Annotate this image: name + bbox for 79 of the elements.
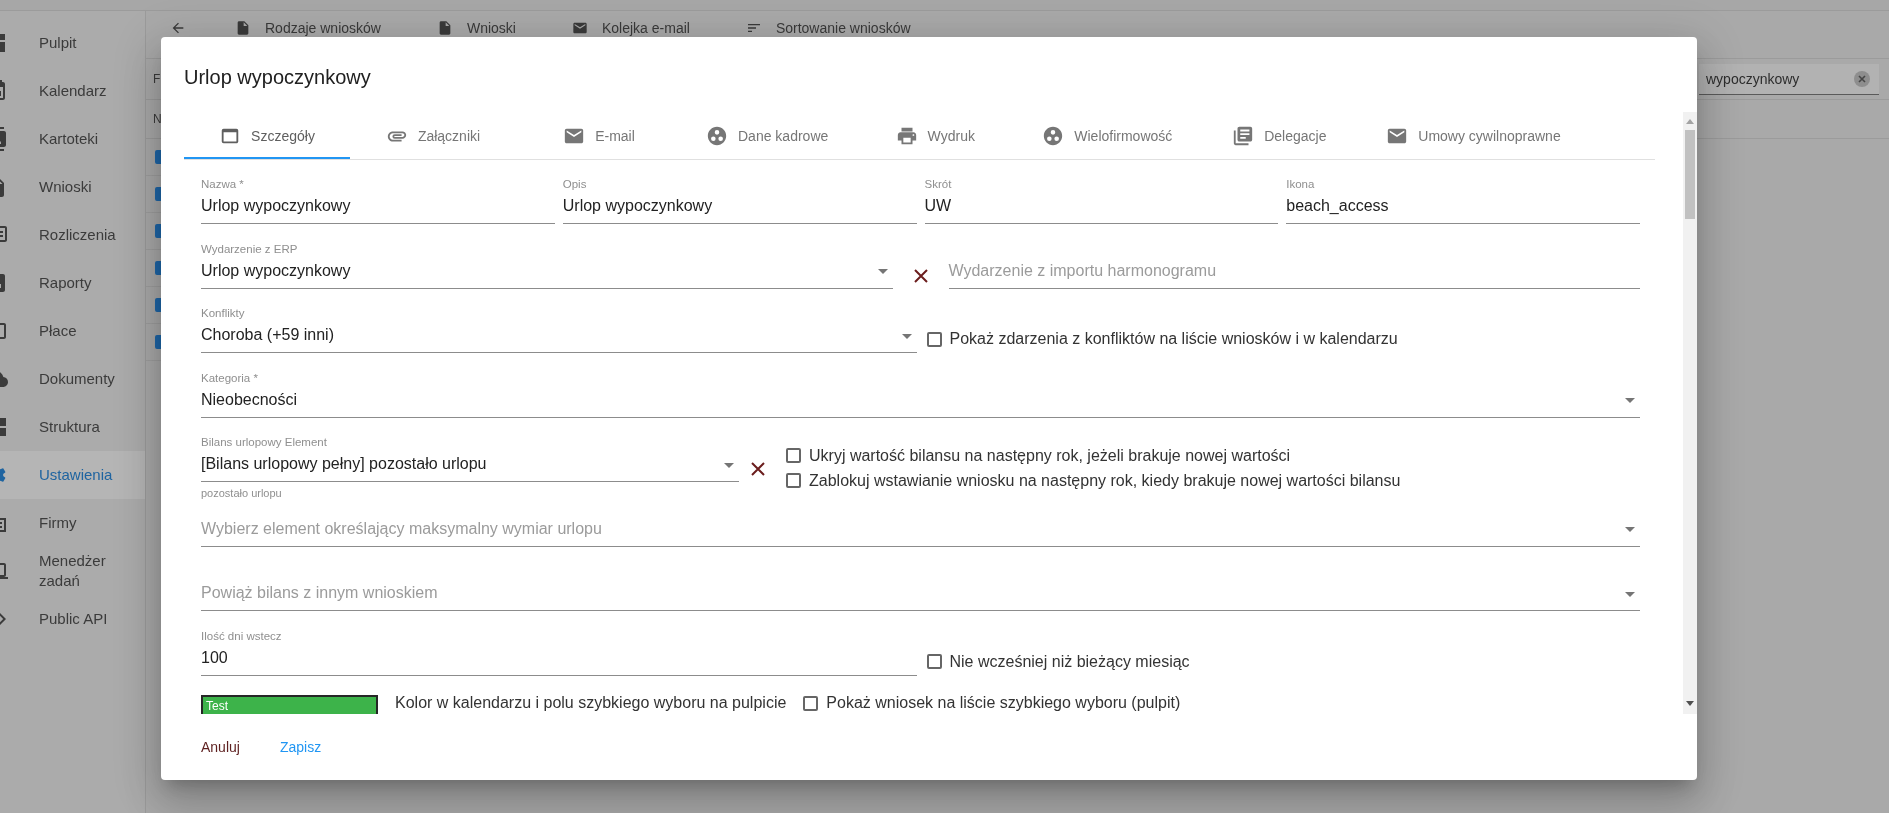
checkbox-label: Ukryj wartość bilansu na następny rok, jeżeli brakuje nowej wartości — [809, 445, 1291, 466]
sidebar-item[interactable]: Struktura — [0, 403, 145, 451]
sidebar-item[interactable]: Ustawienia — [0, 451, 145, 499]
caret-icon — [724, 462, 734, 468]
clipped-icon — [0, 271, 8, 295]
clipped-icon — [0, 79, 8, 103]
toolbar-button[interactable]: Rodzaje wniosków — [235, 20, 381, 36]
checkbox-label: Zablokuj wstawianie wniosku na następny rok, kiedy brakuje nowej wartości bilansu — [809, 470, 1401, 491]
dropdown-field[interactable]: Konflikty Choroba (+59 inni) — [201, 306, 917, 353]
tab[interactable]: Umowy cywilnoprawne — [1362, 112, 1585, 159]
caret-icon — [1625, 527, 1635, 532]
sidebar-item[interactable]: Wnioski — [0, 163, 145, 211]
scrollbar[interactable] — [1683, 112, 1697, 714]
clipped-icon — [0, 31, 8, 55]
sidebar-item[interactable]: Dokumenty — [0, 355, 145, 403]
tab[interactable]: Wielofirmowość — [1018, 112, 1197, 159]
filter-label: F — [153, 72, 161, 86]
mail-icon — [571, 20, 588, 36]
text-field[interactable]: Nazwa * Urlop wypoczynkowy — [201, 177, 555, 224]
tab[interactable]: Delegacje — [1196, 112, 1363, 159]
tab[interactable]: Wydruk — [852, 112, 1019, 159]
document-icon — [235, 20, 251, 36]
scrollbar-thumb[interactable] — [1685, 130, 1695, 219]
checkbox-label: Pokaż zdarzenia z konfliktów na liście wniosków i w kalendarzu — [949, 329, 1398, 349]
text-field[interactable]: Ilość dni wstecz 100 — [201, 628, 917, 676]
sidebar-item[interactable]: Raporty — [0, 259, 145, 307]
checkbox[interactable] — [926, 654, 942, 669]
toolbar-button[interactable]: Kolejka e-mail — [571, 20, 690, 36]
helper-text: pozostało urlopu — [201, 487, 282, 500]
arrow-left-icon — [170, 20, 186, 36]
field-caption: Kolor w kalendarzu i polu szybkiego wyboru na pulpicie — [395, 693, 787, 713]
sidebar-item[interactable]: Kalendarz — [0, 67, 145, 115]
text-field[interactable]: Opis Urlop wypoczynkowy — [562, 177, 917, 224]
tab[interactable]: Załączniki — [350, 112, 516, 159]
checkbox[interactable] — [803, 696, 819, 711]
toolbar-button[interactable]: Wnioski — [436, 20, 516, 36]
save-button[interactable]: Zapisz — [271, 731, 330, 763]
sidebar-item[interactable]: Menedżer zadań — [0, 547, 145, 595]
caret-icon — [877, 269, 888, 274]
dropdown-field[interactable]: Bilans urlopowy Element [Bilans urlopowy pełny] pozostało urlopu — [201, 435, 739, 482]
checkbox[interactable] — [786, 473, 801, 488]
tab[interactable]: Dane kadrowe — [682, 112, 853, 159]
color-swatch[interactable]: Test — [201, 695, 378, 714]
caret-icon — [901, 333, 912, 339]
close-icon[interactable] — [751, 462, 765, 476]
circle-dots-icon — [706, 124, 728, 147]
dropdown-field[interactable]: Kategoria * Nieobecności — [201, 370, 1640, 418]
dialog-title: Urlop wypoczynkowy — [184, 65, 371, 89]
sidebar-item[interactable]: Firmy — [0, 499, 145, 547]
text-field[interactable]: Skrót UW — [924, 177, 1279, 224]
caret-icon — [1625, 591, 1635, 597]
documents-icon — [1232, 124, 1255, 147]
caret-icon — [1625, 398, 1635, 403]
search-field[interactable]: wypoczynkowy — [1699, 63, 1879, 95]
column-header: N — [153, 112, 162, 126]
cancel-button[interactable]: Anuluj — [193, 731, 248, 763]
checkbox-label: Pokaż wniosek na liście szybkiego wyboru (pulpit) — [826, 693, 1181, 713]
checkbox[interactable] — [786, 448, 801, 463]
dropdown-field[interactable]: Wydarzenie z ERP Urlop wypoczynkowy — [201, 241, 893, 289]
tab[interactable]: E-mail — [516, 112, 682, 159]
circle-dots-icon — [1042, 124, 1065, 147]
clipped-icon — [0, 127, 8, 151]
text-field[interactable]: Ikona beach_access — [1286, 177, 1640, 224]
sidebar-item[interactable]: Pulpit — [0, 19, 145, 67]
sidebar-item[interactable]: Płace — [0, 307, 145, 355]
dropdown-field[interactable]: Wybierz element określający maksymalny wymiar urlopu — [201, 499, 1640, 547]
checkbox-label: Nie wcześniej niż bieżący miesiąc — [949, 651, 1190, 672]
back-button[interactable] — [170, 20, 186, 36]
toolbar-button[interactable]: Sortowanie wniosków — [745, 20, 911, 36]
dropdown-field[interactable]: Powiąż bilans z innym wnioskiem — [201, 564, 1640, 611]
checkbox[interactable] — [926, 331, 942, 347]
clipped-icon — [0, 415, 8, 439]
tab[interactable]: Szczegóły — [184, 112, 350, 159]
sidebar-item[interactable]: Rozliczenia — [0, 211, 145, 259]
caret-down-icon[interactable] — [1686, 701, 1694, 706]
close-icon[interactable] — [913, 268, 928, 283]
text-field[interactable]: Wydarzenie z importu harmonogramu — [948, 241, 1640, 289]
sidebar-item[interactable]: Kartoteki — [0, 115, 145, 163]
sidebar-item[interactable]: Public API — [0, 595, 145, 643]
